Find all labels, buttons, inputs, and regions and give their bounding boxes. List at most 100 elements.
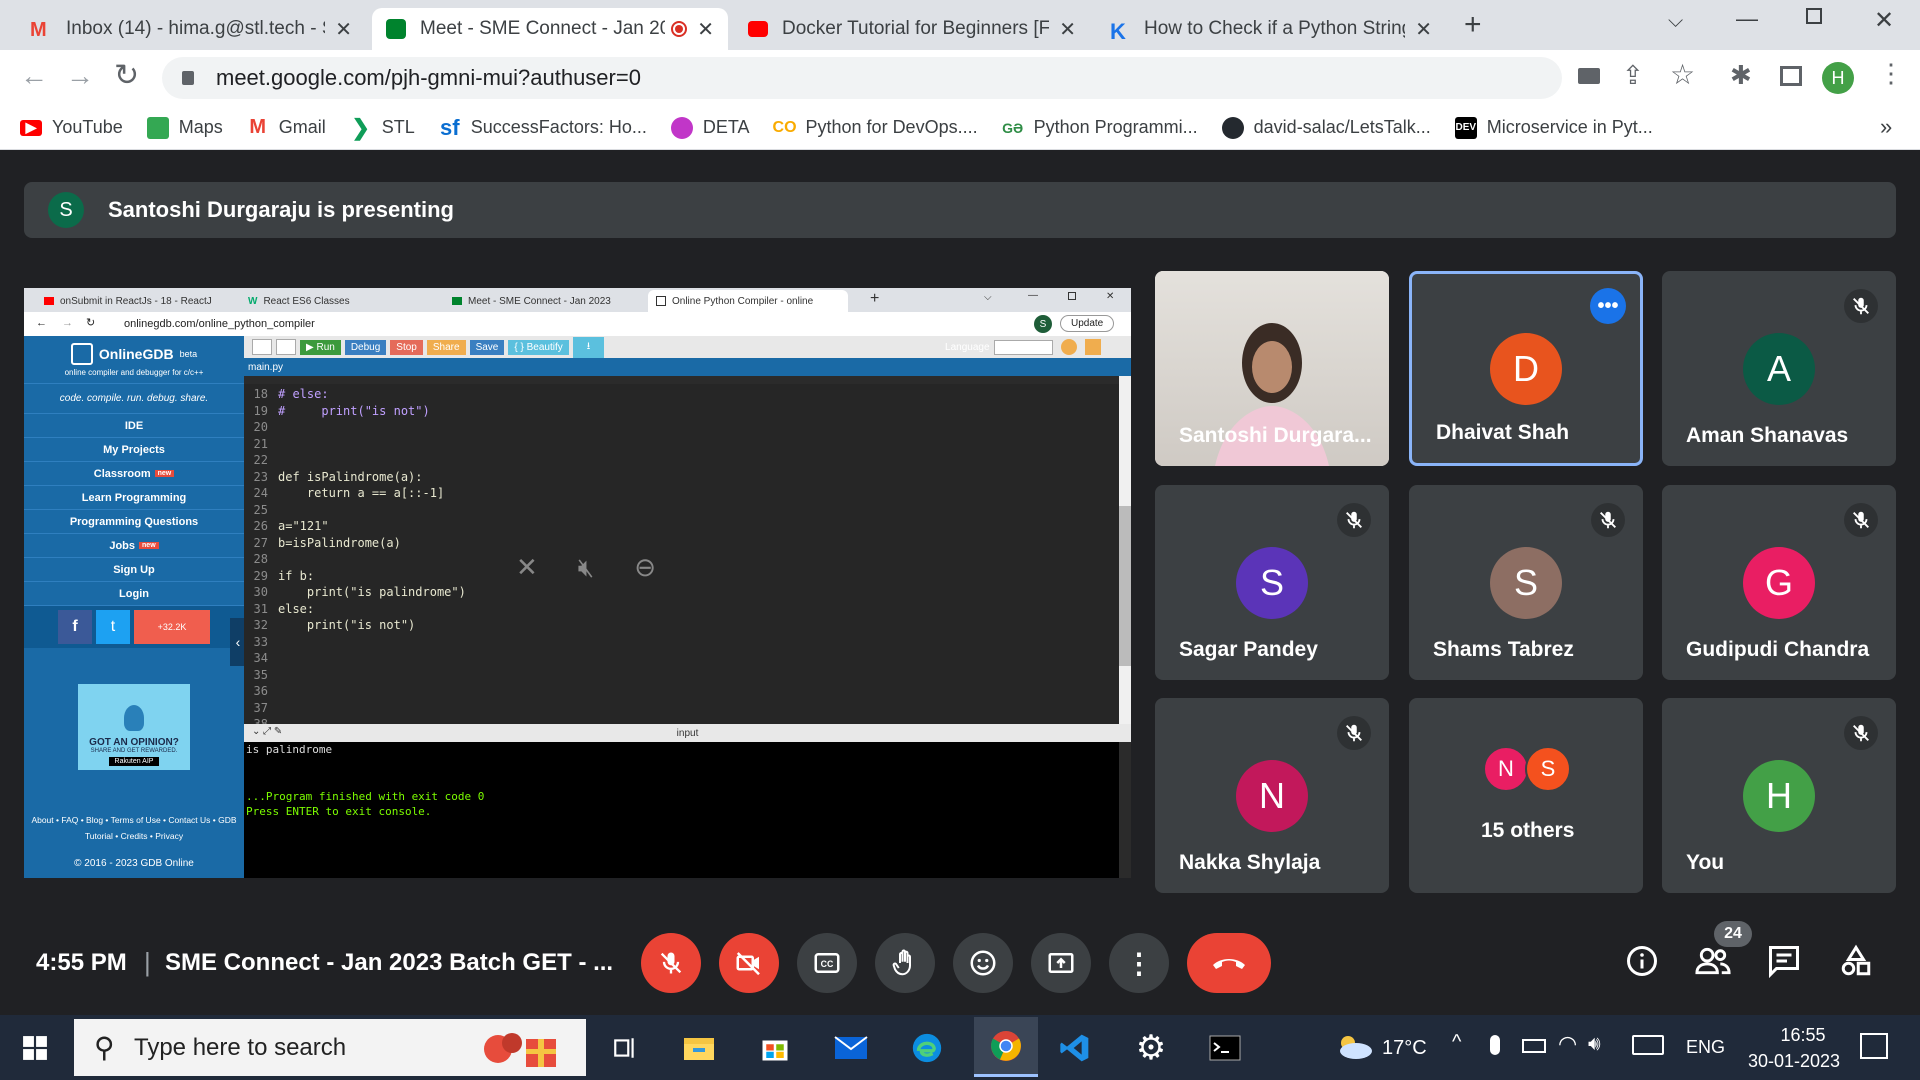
terminal-icon[interactable] [1200, 1023, 1250, 1073]
leave-call-button[interactable] [1187, 933, 1271, 993]
bookmark-gmail[interactable]: M Gmail [247, 116, 325, 139]
participant-avatar: S [1236, 546, 1308, 619]
bookmark-stl[interactable]: ❯ STL [350, 115, 415, 140]
edge-icon[interactable] [902, 1023, 952, 1073]
more-bookmarks-icon[interactable]: » [1880, 114, 1892, 140]
code-line: 36 [244, 683, 1119, 700]
bookmark-star-icon[interactable]: ☆ [1670, 58, 1695, 91]
tab-youtube[interactable]: Docker Tutorial for Beginners [FULL ✕ [734, 8, 1090, 50]
tab-search-icon[interactable]: ⌵ [1668, 10, 1683, 33]
code-line: 28 [244, 551, 1119, 568]
profile-avatar[interactable]: H [1822, 62, 1854, 94]
upload-icon [276, 339, 296, 355]
weather-temp[interactable]: 17°C [1382, 1037, 1427, 1060]
more-options-button[interactable]: ⋮ [1109, 933, 1169, 993]
activities-button[interactable] [1838, 943, 1874, 984]
participant-tile[interactable]: Santoshi Durgara... [1155, 271, 1389, 466]
close-tab-icon[interactable]: ✕ [1059, 17, 1076, 42]
task-view-icon[interactable] [600, 1023, 650, 1073]
participant-tile[interactable]: N S 15 others [1409, 698, 1643, 893]
keyboard-icon[interactable] [1632, 1035, 1664, 1055]
code-line: 32 print("is not") [244, 617, 1119, 634]
camera-icon[interactable] [1578, 68, 1600, 84]
clock-date[interactable]: 30-01-2023 [1736, 1051, 1852, 1072]
tab-title: Inbox (14) - hima.g@stl.tech - STL [66, 18, 325, 39]
bookmark-dev[interactable]: DEV Microservice in Pyt... [1454, 116, 1653, 139]
mic-off-button[interactable] [641, 933, 701, 993]
gdb-logo-icon [70, 342, 93, 365]
shared-close-icon: ✕ [1106, 291, 1115, 302]
line-number: 34 [253, 651, 268, 665]
close-tab-icon[interactable]: ✕ [1415, 17, 1432, 42]
bookmark-successfactors[interactable]: sf SuccessFactors: Ho... [439, 115, 647, 140]
extensions-icon[interactable]: ✱ [1730, 60, 1752, 91]
people-button[interactable] [1694, 943, 1732, 984]
bookmark-github[interactable]: david-salac/LetsTalk... [1221, 116, 1431, 139]
wifi-icon[interactable]: ◠ [1558, 1031, 1577, 1057]
microsoft-store-icon[interactable] [750, 1023, 800, 1073]
forward-icon[interactable]: → [66, 60, 94, 92]
minimize-button[interactable]: — [1736, 6, 1758, 32]
windows-start-icon[interactable] [10, 1023, 60, 1073]
close-tab-icon[interactable]: ✕ [697, 17, 714, 42]
menu-icon[interactable]: ⋮ [1878, 58, 1904, 89]
show-hidden-icons[interactable]: ^ [1452, 1031, 1461, 1054]
captions-button[interactable]: CC [797, 933, 857, 993]
participant-tile[interactable]: N Nakka Shylaja [1155, 698, 1389, 893]
meeting-title[interactable]: SME Connect - Jan 2023 Batch GET - ... [165, 949, 613, 977]
meeting-info-button[interactable] [1624, 943, 1660, 984]
mail-icon[interactable] [826, 1023, 876, 1073]
participant-tile[interactable]: S Shams Tabrez [1409, 485, 1643, 680]
participant-tile[interactable]: H You [1662, 698, 1896, 893]
gdb-copyright: © 2016 - 2023 GDB Online [74, 858, 194, 869]
bookmark-python-devops[interactable]: CO Python for DevOps.... [773, 117, 978, 139]
address-bar[interactable]: meet.google.com/pjh-gmni-mui?authuser=0 [162, 57, 1562, 99]
more-options-icon[interactable]: ••• [1590, 288, 1626, 324]
close-window-button[interactable]: ✕ [1874, 6, 1894, 35]
line-number: 19 [253, 403, 268, 418]
taskbar-search-box[interactable]: ⚲ Type here to search [74, 1019, 586, 1076]
hand-icon [892, 949, 911, 976]
participant-tile[interactable]: G Gudipudi Chandra [1662, 485, 1896, 680]
participant-tile[interactable]: S Sagar Pandey [1155, 485, 1389, 680]
input-language[interactable]: ENG [1686, 1037, 1725, 1058]
participant-tile[interactable]: A Aman Shanavas [1662, 271, 1896, 466]
bookmark-python-programming[interactable]: GƏ Python Programmi... [1002, 117, 1198, 139]
editor-scrollbar [1119, 376, 1131, 724]
back-icon[interactable]: ← [20, 60, 48, 92]
battery-icon[interactable] [1522, 1039, 1546, 1053]
settings-icon[interactable]: ⚙ [1126, 1023, 1176, 1073]
volume-icon[interactable]: 🔊︎ [1588, 1033, 1601, 1056]
line-number: 26 [253, 519, 268, 533]
chat-button[interactable] [1766, 943, 1802, 984]
share-icon[interactable]: ⇪ [1622, 60, 1644, 91]
notifications-icon[interactable] [1860, 1033, 1888, 1059]
shared-screen[interactable]: onSubmit in ReactJs - 18 - ReactJ W React… [24, 288, 1131, 878]
restore-button[interactable] [1806, 8, 1822, 24]
present-button[interactable] [1031, 933, 1091, 993]
tab-gmail[interactable]: M Inbox (14) - hima.g@stl.tech - STL ✕ [16, 8, 366, 50]
reload-icon[interactable]: ↻ [114, 58, 139, 93]
weather-icon[interactable] [1334, 1033, 1374, 1061]
chrome-icon[interactable] [974, 1017, 1038, 1077]
bookmark-deta[interactable]: DETA [670, 116, 750, 139]
clock-time[interactable]: 16:55 [1760, 1025, 1846, 1046]
emoji-button[interactable] [953, 933, 1013, 993]
file-explorer-icon[interactable] [674, 1023, 724, 1073]
participant-tile[interactable]: D Dhaivat Shah ••• [1409, 271, 1643, 466]
bookmark-maps[interactable]: Maps [146, 116, 223, 139]
settings-icon [1085, 339, 1101, 355]
side-panel-icon[interactable] [1780, 66, 1802, 86]
close-tab-icon[interactable]: ✕ [335, 17, 352, 42]
bookmark-youtube[interactable]: ▶ YouTube [20, 117, 123, 138]
tab-meet[interactable]: Meet - SME Connect - Jan 2023 ✕ [372, 8, 728, 50]
code-line: 27 b=isPalindrome(a) [244, 535, 1119, 552]
microphone-icon[interactable] [1490, 1035, 1500, 1055]
participant-name: Santoshi Durgara... [1179, 424, 1372, 447]
vscode-icon[interactable] [1050, 1023, 1100, 1073]
shared-forward-icon: → [62, 317, 73, 329]
new-tab-button[interactable]: + [1464, 8, 1482, 42]
camera-off-button[interactable] [719, 933, 779, 993]
tab-python-string[interactable]: K How to Check if a Python String is ✕ [1096, 8, 1446, 50]
raise-hand-button[interactable] [875, 933, 935, 993]
